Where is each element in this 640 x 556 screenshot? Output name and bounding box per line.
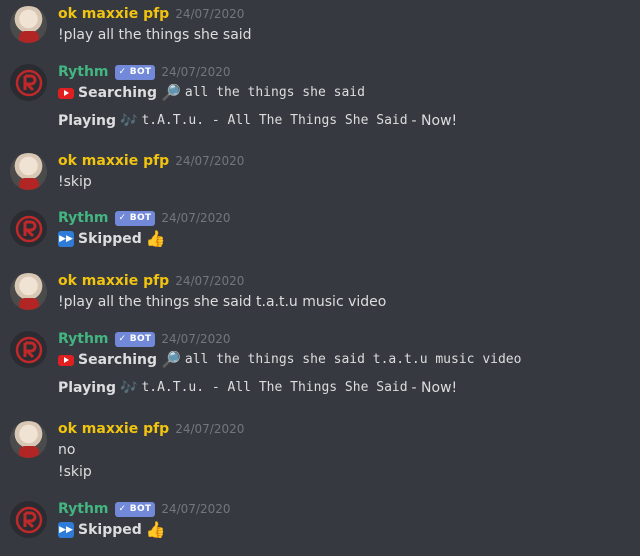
magnifying-glass-icon: 🔎	[160, 350, 181, 369]
timestamp: 24/07/2020	[161, 502, 231, 516]
timestamp: 24/07/2020	[161, 332, 231, 346]
username[interactable]: ok maxxie pfp	[58, 273, 169, 289]
bot-tag: ✓ BOT	[114, 64, 156, 80]
username[interactable]: Rythm	[58, 210, 109, 226]
username[interactable]: ok maxxie pfp	[58, 421, 169, 437]
timestamp: 24/07/2020	[175, 422, 245, 436]
avatar[interactable]	[10, 273, 47, 310]
skipped-line: ▶▶ Skipped 👍	[58, 228, 632, 250]
playing-line: Playing 🎶 t.A.T.u. - All The Things She …	[58, 377, 632, 399]
track-title: t.A.T.u. - All The Things She Said	[141, 380, 408, 395]
username[interactable]: Rythm	[58, 501, 109, 517]
magnifying-glass-icon: 🔎	[160, 83, 181, 102]
youtube-icon	[58, 354, 74, 366]
timestamp: 24/07/2020	[161, 65, 231, 79]
avatar[interactable]	[10, 6, 47, 43]
searching-line: Searching 🔎 all the things she said t.a.…	[58, 349, 632, 371]
playing-label: Playing	[58, 113, 116, 129]
timestamp: 24/07/2020	[175, 7, 245, 21]
skipped-line: ▶▶ Skipped 👍	[58, 519, 632, 541]
username[interactable]: Rythm	[58, 331, 109, 347]
username[interactable]: ok maxxie pfp	[58, 153, 169, 169]
track-title: t.A.T.u. - All The Things She Said	[141, 113, 408, 128]
message-text: !play all the things she said	[58, 27, 252, 43]
music-note-icon: 🎶	[120, 380, 138, 396]
message-text: !skip	[58, 464, 92, 480]
youtube-icon	[58, 87, 74, 99]
message-text: !play all the things she said t.a.t.u mu…	[58, 294, 387, 310]
now-label: - Now!	[411, 380, 458, 396]
fast-forward-icon: ▶▶	[58, 231, 74, 247]
avatar[interactable]	[10, 421, 47, 458]
searching-label: Searching	[78, 352, 157, 368]
message-text: no	[58, 442, 76, 458]
music-note-icon: 🎶	[120, 113, 138, 129]
searching-line: Searching 🔎 all the things she said	[58, 82, 632, 104]
avatar[interactable]	[10, 210, 47, 247]
skipped-label: Skipped	[78, 522, 142, 538]
bot-tag: ✓ BOT	[114, 501, 156, 517]
searching-label: Searching	[78, 85, 157, 101]
now-label: - Now!	[411, 113, 458, 129]
username[interactable]: ok maxxie pfp	[58, 6, 169, 22]
playing-label: Playing	[58, 380, 116, 396]
username[interactable]: Rythm	[58, 64, 109, 80]
search-query: all the things she said t.a.t.u music vi…	[184, 352, 522, 367]
message-text: !skip	[58, 174, 92, 190]
bot-tag: ✓ BOT	[114, 331, 156, 347]
timestamp: 24/07/2020	[175, 154, 245, 168]
avatar[interactable]	[10, 64, 47, 101]
avatar[interactable]	[10, 153, 47, 190]
thumbs-up-icon: 👍	[145, 520, 166, 539]
avatar[interactable]	[10, 501, 47, 538]
search-query: all the things she said	[184, 85, 365, 100]
playing-line: Playing 🎶 t.A.T.u. - All The Things She …	[58, 110, 632, 132]
bot-tag: ✓ BOT	[114, 210, 156, 226]
thumbs-up-icon: 👍	[145, 229, 166, 248]
skipped-label: Skipped	[78, 231, 142, 247]
avatar[interactable]	[10, 331, 47, 368]
fast-forward-icon: ▶▶	[58, 522, 74, 538]
timestamp: 24/07/2020	[161, 211, 231, 225]
timestamp: 24/07/2020	[175, 274, 245, 288]
